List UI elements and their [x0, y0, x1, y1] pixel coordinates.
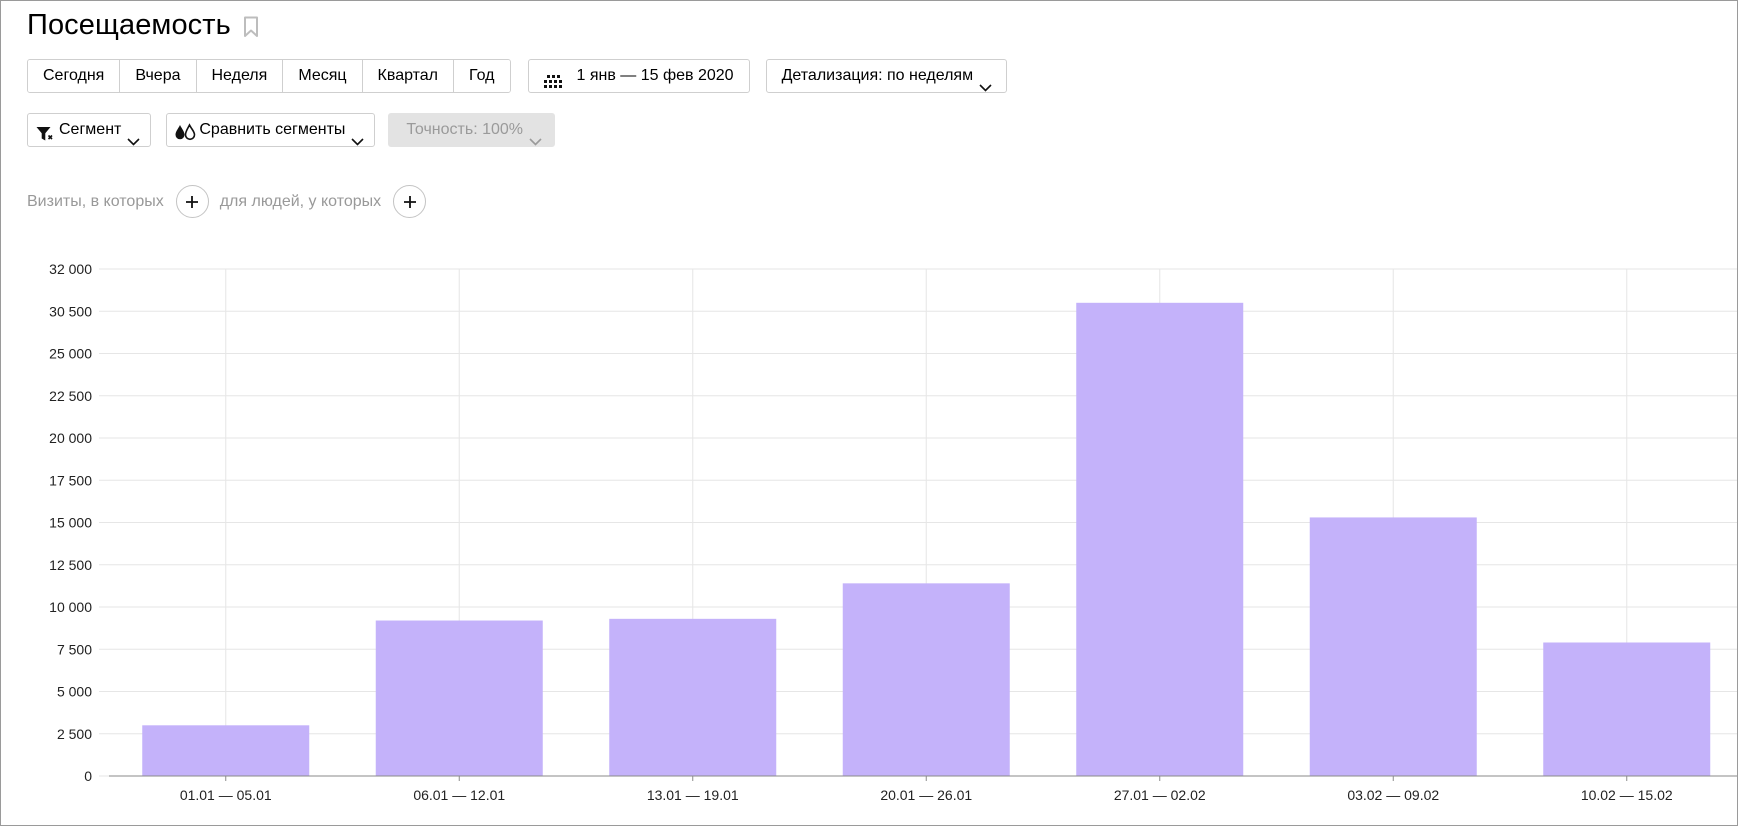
bar[interactable] — [609, 618, 777, 776]
compare-drops-icon — [174, 121, 196, 141]
bar[interactable] — [1543, 642, 1711, 776]
y-tick-label: 7 500 — [57, 641, 92, 657]
period-selector: Сегодня Вчера Неделя Месяц Квартал Год — [27, 59, 511, 93]
detail-dropdown[interactable]: Детализация: по неделям — [765, 59, 1008, 93]
filter-row: Визиты, в которых для людей, у которых — [27, 185, 427, 218]
report-window: Посещаемость Сегодня Вчера Неделя Месяц … — [0, 0, 1738, 826]
x-tick-label: 27.01 — 02.02 — [1114, 787, 1206, 803]
bar[interactable] — [1309, 517, 1477, 776]
y-tick-label: 0 — [84, 768, 92, 784]
y-tick-label: 15 000 — [49, 515, 92, 531]
bar[interactable] — [375, 620, 543, 776]
bar[interactable] — [842, 583, 1010, 776]
people-filter-label: для людей, у которых — [219, 192, 382, 210]
bar[interactable] — [142, 725, 310, 776]
compare-label: Сравнить сегменты — [199, 121, 346, 138]
y-tick-label: 20 000 — [49, 430, 92, 446]
y-tick-label: 12 500 — [49, 557, 92, 573]
segment-dropdown[interactable]: Сегмент — [27, 113, 152, 147]
y-tick-label: 2 500 — [57, 726, 92, 742]
bar[interactable] — [1076, 302, 1244, 776]
visits-filter-label: Визиты, в которых — [27, 192, 164, 210]
chevron-down-icon — [127, 126, 140, 146]
y-tick-label: 32 000 — [49, 261, 92, 277]
add-visit-condition-button[interactable] — [175, 185, 209, 218]
plus-icon — [403, 195, 416, 208]
page-title: Посещаемость — [27, 8, 231, 41]
chart-axes — [109, 775, 1737, 781]
detail-label: Детализация: по неделям — [781, 67, 974, 84]
y-tick-label: 10 000 — [49, 599, 92, 615]
y-axis-labels: 0 2 500 5 000 7 500 10 000 12 500 15 000 17 500… — [49, 261, 92, 784]
x-tick-label: 20.01 — 26.01 — [880, 787, 972, 803]
x-axis-labels: 01.01 — 05.01 06.01 — 12.01 13.01 — 19.01 2… — [180, 787, 1673, 803]
accuracy-label: Точность: 100% — [406, 121, 524, 138]
visits-bar-chart: 0 2 500 5 000 7 500 10 000 12 500 15 000 17 500… — [49, 261, 1737, 803]
y-tick-label: 25 000 — [49, 346, 92, 362]
period-quarter-button[interactable]: Квартал — [362, 60, 455, 92]
x-tick-label: 01.01 — 05.01 — [180, 787, 272, 803]
funnel-icon — [36, 122, 55, 141]
accuracy-dropdown[interactable]: Точность: 100% — [388, 113, 556, 147]
add-people-condition-button[interactable] — [393, 185, 427, 218]
x-tick-label: 06.01 — 12.01 — [413, 787, 505, 803]
period-week-button[interactable]: Неделя — [196, 60, 284, 92]
y-tick-label: 5 000 — [57, 684, 92, 700]
x-tick-label: 13.01 — 19.01 — [647, 787, 739, 803]
x-tick-label: 10.02 — 15.02 — [1581, 787, 1673, 803]
period-toolbar: Сегодня Вчера Неделя Месяц Квартал Год 1… — [27, 59, 1008, 93]
y-tick-label: 17 500 — [49, 472, 92, 488]
chevron-down-icon — [351, 126, 364, 146]
date-range-label: 1 янв — 15 фев 2020 — [576, 67, 734, 84]
chevron-down-icon — [979, 72, 992, 92]
date-range-button[interactable]: 1 янв — 15 фев 2020 — [527, 59, 750, 93]
plus-icon — [186, 195, 199, 208]
compare-segments-dropdown[interactable]: Сравнить сегменты — [166, 113, 376, 147]
calendar-icon — [543, 69, 564, 88]
chevron-down-icon — [529, 126, 542, 146]
y-tick-label: 22 500 — [49, 388, 92, 404]
x-tick-label: 03.02 — 09.02 — [1347, 787, 1439, 803]
title-row: Посещаемость — [27, 5, 259, 45]
bookmark-icon[interactable] — [243, 16, 259, 38]
period-today-button[interactable]: Сегодня — [28, 60, 121, 92]
period-month-button[interactable]: Месяц — [283, 60, 363, 92]
period-year-button[interactable]: Год — [454, 60, 510, 92]
y-tick-label: 30 500 — [49, 303, 92, 319]
period-yesterday-button[interactable]: Вчера — [120, 60, 197, 92]
segment-label: Сегмент — [59, 121, 122, 138]
segment-toolbar: Сегмент Сравнить сегменты Точность: 100% — [27, 113, 556, 147]
